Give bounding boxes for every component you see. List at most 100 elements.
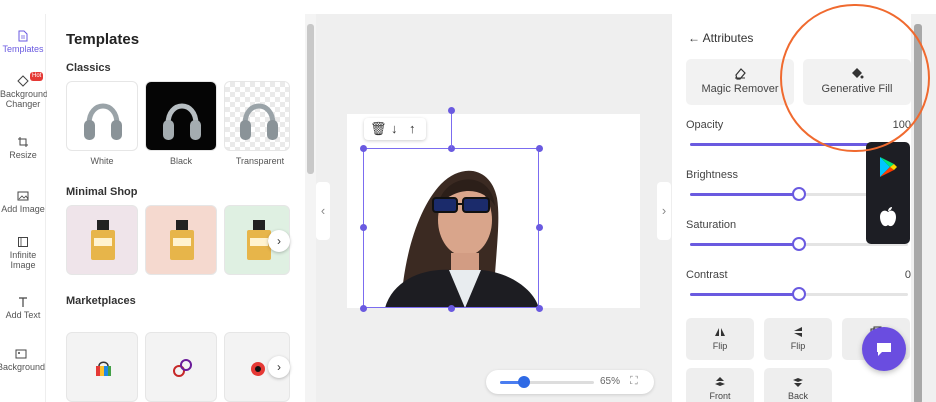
- saturation-label: Saturation: [686, 219, 737, 231]
- contrast-label: Contrast: [686, 269, 728, 281]
- contrast-slider[interactable]: [690, 287, 908, 301]
- contrast-value: 0: [904, 269, 911, 281]
- arrow-up-icon[interactable]: ↑: [409, 121, 416, 136]
- bring-front-icon: [715, 377, 725, 386]
- rail-label: Background Changer: [0, 89, 49, 109]
- rail-label: Templates: [2, 44, 44, 54]
- panel-title: Templates: [66, 31, 140, 48]
- resize-handle[interactable]: [360, 224, 367, 231]
- selection-box[interactable]: [363, 148, 539, 308]
- collapse-right-button[interactable]: ›: [657, 182, 671, 240]
- scroll-thumb[interactable]: [307, 24, 314, 174]
- editor-app: Templates Hot Background Changer Resize …: [0, 0, 936, 402]
- eraser-icon: [735, 68, 746, 80]
- send-back-icon: [793, 378, 803, 387]
- contrast-slider-knob[interactable]: [792, 287, 806, 301]
- google-play-icon[interactable]: [878, 156, 898, 178]
- rail-item-add-image[interactable]: Add Image: [0, 190, 46, 214]
- attributes-back-button[interactable]: ← Attributes: [688, 31, 753, 45]
- arrow-left-icon: ←: [688, 31, 700, 45]
- collapse-left-button[interactable]: ‹: [316, 182, 330, 240]
- headphones-image: [84, 103, 122, 140]
- resize-handle[interactable]: [360, 145, 367, 152]
- link-logo-icon: [173, 359, 192, 377]
- resize-handle[interactable]: [536, 224, 543, 231]
- rotate-line: [451, 110, 452, 148]
- rail-item-background-changer[interactable]: Hot Background Changer: [0, 72, 49, 109]
- shopping-bag-icon: [96, 361, 111, 376]
- image-icon: [17, 191, 29, 201]
- text-icon: [19, 297, 27, 307]
- infinite-image-icon: [18, 237, 28, 247]
- flip-label: Flip: [712, 341, 728, 351]
- resize-handle[interactable]: [536, 145, 543, 152]
- rotate-handle[interactable]: [448, 107, 455, 114]
- template-marketplace-1[interactable]: [66, 332, 138, 402]
- resize-handle[interactable]: [536, 305, 543, 312]
- resize-handle[interactable]: [360, 305, 367, 312]
- zoom-slider-knob[interactable]: [518, 376, 530, 388]
- object-toolbar: 🗑 ↓ ↑: [364, 118, 426, 140]
- arrow-down-icon[interactable]: ↓: [391, 121, 398, 136]
- background-changer-icon: [17, 75, 29, 87]
- template-transparent[interactable]: [224, 81, 290, 151]
- templates-panel: Templates Classics White Black Transpare…: [47, 14, 305, 402]
- crop-icon: [18, 137, 28, 147]
- saturation-slider-knob[interactable]: [792, 237, 806, 251]
- zoom-control: 65% ⛶: [486, 370, 654, 394]
- rail-label: Resize: [9, 150, 37, 160]
- front-label: Front: [709, 391, 731, 401]
- brightness-label: Brightness: [686, 169, 738, 181]
- rail-label: Add Text: [5, 310, 41, 320]
- rail-item-infinite-image[interactable]: Infinite Image: [0, 236, 46, 270]
- templates-scrollbar[interactable]: [305, 14, 316, 402]
- magic-remover-button[interactable]: Magic Remover: [686, 59, 794, 105]
- apple-icon[interactable]: [878, 206, 898, 228]
- template-label: White: [90, 156, 114, 166]
- trash-icon[interactable]: 🗑: [370, 121, 387, 137]
- brightness-slider-fill: [690, 193, 799, 196]
- resize-handle[interactable]: [448, 305, 455, 312]
- contrast-slider-fill: [690, 293, 799, 296]
- rail-item-resize[interactable]: Resize: [0, 136, 46, 160]
- background-icon: [15, 349, 27, 359]
- back-label: Back: [787, 391, 808, 401]
- template-black[interactable]: [145, 81, 217, 151]
- fit-screen-icon[interactable]: ⛶: [630, 375, 638, 388]
- template-minimal-2[interactable]: [145, 205, 217, 275]
- hot-badge: Hot: [30, 72, 44, 81]
- left-rail: Templates Hot Background Changer Resize …: [0, 14, 49, 402]
- chat-button[interactable]: [862, 327, 906, 371]
- rail-item-background[interactable]: Background: [0, 348, 46, 372]
- next-arrow-button[interactable]: ›: [268, 230, 290, 252]
- flip-vertical-button[interactable]: Flip: [764, 318, 832, 360]
- headphones-image: [240, 103, 278, 140]
- attributes-title: Attributes: [702, 31, 754, 45]
- chevron-right-icon: ›: [277, 360, 281, 374]
- canvas-area: ‹ › 🗑 ↓ ↑ 65% ⛶: [316, 14, 671, 402]
- flip-vertical-icon: [794, 327, 802, 337]
- zoom-slider[interactable]: [500, 376, 594, 388]
- brightness-slider-knob[interactable]: [792, 187, 806, 201]
- next-arrow-button[interactable]: ›: [268, 356, 290, 378]
- send-back-button[interactable]: Back: [764, 368, 832, 402]
- rail-label: Background: [0, 362, 46, 372]
- flip-horizontal-icon: [715, 328, 725, 336]
- template-white[interactable]: [66, 81, 138, 151]
- bring-front-button[interactable]: Front: [686, 368, 754, 402]
- rail-item-add-text[interactable]: Add Text: [0, 296, 46, 320]
- template-label: Transparent: [235, 156, 285, 166]
- saturation-slider-fill: [690, 243, 799, 246]
- headphones-image: [163, 103, 201, 140]
- zoom-level: 65%: [600, 376, 621, 387]
- section-title-minimal-shop: Minimal Shop: [66, 186, 138, 198]
- app-store-widget: [866, 142, 910, 244]
- template-minimal-1[interactable]: [66, 205, 138, 275]
- flip-horizontal-button[interactable]: Flip: [686, 318, 754, 360]
- section-title-classics: Classics: [66, 62, 111, 74]
- chevron-right-icon: ›: [661, 203, 667, 218]
- perfume-image: [170, 220, 194, 260]
- rail-item-templates[interactable]: Templates: [0, 30, 46, 54]
- perfume-image: [91, 220, 115, 260]
- template-marketplace-2[interactable]: [145, 332, 217, 402]
